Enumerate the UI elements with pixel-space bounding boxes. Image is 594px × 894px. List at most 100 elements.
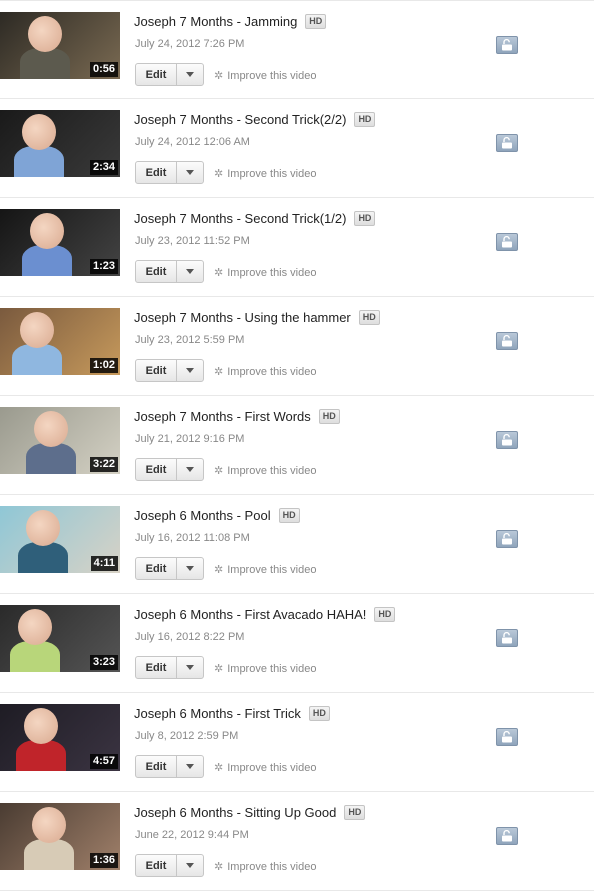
thumbnail-face — [22, 114, 56, 150]
video-thumbnail[interactable]: 2:34 — [0, 110, 120, 177]
improve-video-link[interactable]: ✲ Improve this video — [214, 662, 316, 676]
triangle-down-icon — [186, 665, 194, 670]
privacy-button[interactable] — [496, 431, 518, 449]
privacy-button[interactable] — [496, 134, 518, 152]
magic-wand-icon: ✲ — [214, 267, 224, 279]
edit-dropdown-button[interactable] — [177, 64, 203, 85]
edit-button[interactable]: Edit — [136, 756, 177, 777]
thumbnail-figure — [10, 641, 60, 672]
thumbnail-figure — [20, 48, 70, 79]
video-thumbnail[interactable]: 1:23 — [0, 209, 120, 276]
privacy-button[interactable] — [496, 728, 518, 746]
video-title[interactable]: Joseph 7 Months - Jamming — [134, 14, 297, 29]
upload-date: June 22, 2012 9:44 PM — [135, 829, 249, 841]
video-title[interactable]: Joseph 7 Months - Using the hammer — [134, 310, 351, 325]
improve-video-label: Improve this video — [227, 761, 317, 774]
thumbnail-face — [28, 16, 62, 52]
improve-video-label: Improve this video — [227, 69, 317, 82]
privacy-button[interactable] — [496, 827, 518, 845]
edit-dropdown-button[interactable] — [177, 756, 203, 777]
privacy-button[interactable] — [496, 629, 518, 647]
improve-video-link[interactable]: ✲ Improve this video — [214, 761, 317, 775]
video-title[interactable]: Joseph 7 Months - First Words — [134, 409, 311, 424]
edit-dropdown-button[interactable] — [177, 558, 203, 579]
edit-button[interactable]: Edit — [136, 459, 177, 480]
video-title[interactable]: Joseph 6 Months - First Trick — [134, 706, 301, 721]
edit-button[interactable]: Edit — [136, 657, 177, 678]
edit-button-group: Edit — [135, 854, 204, 877]
thumbnail-face — [32, 807, 66, 843]
video-duration: 1:23 — [89, 259, 118, 274]
video-thumbnail[interactable]: 3:23 — [0, 605, 120, 672]
thumbnail-figure — [26, 443, 76, 474]
edit-dropdown-button[interactable] — [177, 162, 203, 183]
edit-dropdown-button[interactable] — [177, 855, 203, 876]
improve-video-link[interactable]: ✲ Improve this video — [214, 563, 316, 577]
triangle-down-icon — [186, 269, 194, 274]
privacy-button[interactable] — [496, 36, 518, 54]
edit-button[interactable]: Edit — [136, 558, 177, 579]
edit-button[interactable]: Edit — [136, 360, 177, 381]
edit-dropdown-button[interactable] — [177, 360, 203, 381]
thumbnail-figure — [16, 740, 66, 771]
video-title[interactable]: Joseph 6 Months - Sitting Up Good — [134, 805, 336, 820]
improve-video-link[interactable]: ✲ Improve this video — [214, 266, 317, 280]
title-line: Joseph 6 Months - Sitting Up Good HD — [134, 805, 366, 820]
video-thumbnail[interactable]: 3:22 — [0, 407, 120, 474]
video-duration: 2:34 — [89, 160, 118, 175]
edit-button-group: Edit — [135, 260, 204, 283]
video-thumbnail[interactable]: 4:11 — [0, 506, 120, 573]
privacy-button[interactable] — [496, 332, 518, 350]
edit-button-group: Edit — [135, 161, 204, 184]
video-title[interactable]: Joseph 6 Months - First Avacado HAHA! — [134, 607, 366, 622]
edit-button-group: Edit — [135, 755, 204, 778]
video-title[interactable]: Joseph 7 Months - Second Trick(2/2) — [134, 112, 346, 127]
thumbnail-figure — [22, 245, 72, 276]
video-title[interactable]: Joseph 7 Months - Second Trick(1/2) — [134, 211, 346, 226]
unlocked-padlock-icon — [502, 632, 512, 644]
triangle-down-icon — [186, 863, 194, 868]
edit-button[interactable]: Edit — [136, 261, 177, 282]
edit-button-group: Edit — [135, 458, 204, 481]
improve-video-link[interactable]: ✲ Improve this video — [214, 167, 316, 181]
thumbnail-figure — [12, 344, 62, 375]
video-row: 1:02 Joseph 7 Months - Using the hammer … — [0, 297, 594, 396]
edit-dropdown-button[interactable] — [177, 261, 203, 282]
improve-video-link[interactable]: ✲ Improve this video — [214, 464, 316, 478]
video-thumbnail[interactable]: 4:57 — [0, 704, 120, 771]
unlocked-padlock-icon — [502, 137, 512, 149]
video-thumbnail[interactable]: 1:02 — [0, 308, 120, 375]
edit-button[interactable]: Edit — [136, 64, 177, 85]
magic-wand-icon: ✲ — [214, 861, 224, 873]
edit-dropdown-button[interactable] — [177, 657, 203, 678]
privacy-button[interactable] — [496, 530, 518, 548]
title-line: Joseph 6 Months - First Avacado HAHA! HD — [134, 607, 396, 622]
thumbnail-face — [20, 312, 54, 348]
title-line: Joseph 7 Months - Second Trick(2/2) HD — [134, 112, 376, 127]
hd-badge: HD — [374, 607, 396, 622]
edit-button[interactable]: Edit — [136, 162, 177, 183]
thumbnail-face — [34, 411, 68, 447]
privacy-button[interactable] — [496, 233, 518, 251]
hd-badge: HD — [305, 14, 327, 29]
title-line: Joseph 7 Months - First Words HD — [134, 409, 340, 424]
unlocked-padlock-icon — [502, 830, 512, 842]
video-thumbnail[interactable]: 0:56 — [0, 12, 120, 79]
edit-dropdown-button[interactable] — [177, 459, 203, 480]
thumbnail-face — [30, 213, 64, 249]
magic-wand-icon: ✲ — [214, 465, 224, 477]
upload-date: July 24, 2012 12:06 AM — [135, 136, 250, 148]
improve-video-label: Improve this video — [227, 266, 317, 279]
improve-video-link[interactable]: ✲ Improve this video — [214, 69, 317, 83]
improve-video-link[interactable]: ✲ Improve this video — [214, 860, 316, 874]
magic-wand-icon: ✲ — [214, 168, 224, 180]
improve-video-link[interactable]: ✲ Improve this video — [214, 365, 316, 379]
title-line: Joseph 6 Months - Pool HD — [134, 508, 300, 523]
video-thumbnail[interactable]: 1:36 — [0, 803, 120, 870]
unlocked-padlock-icon — [502, 533, 512, 545]
video-title[interactable]: Joseph 6 Months - Pool — [134, 508, 271, 523]
video-list: 0:56 Joseph 7 Months - Jamming HD July 2… — [0, 0, 594, 891]
video-duration: 3:22 — [89, 457, 118, 472]
edit-button[interactable]: Edit — [136, 855, 177, 876]
video-duration: 1:02 — [89, 358, 118, 373]
